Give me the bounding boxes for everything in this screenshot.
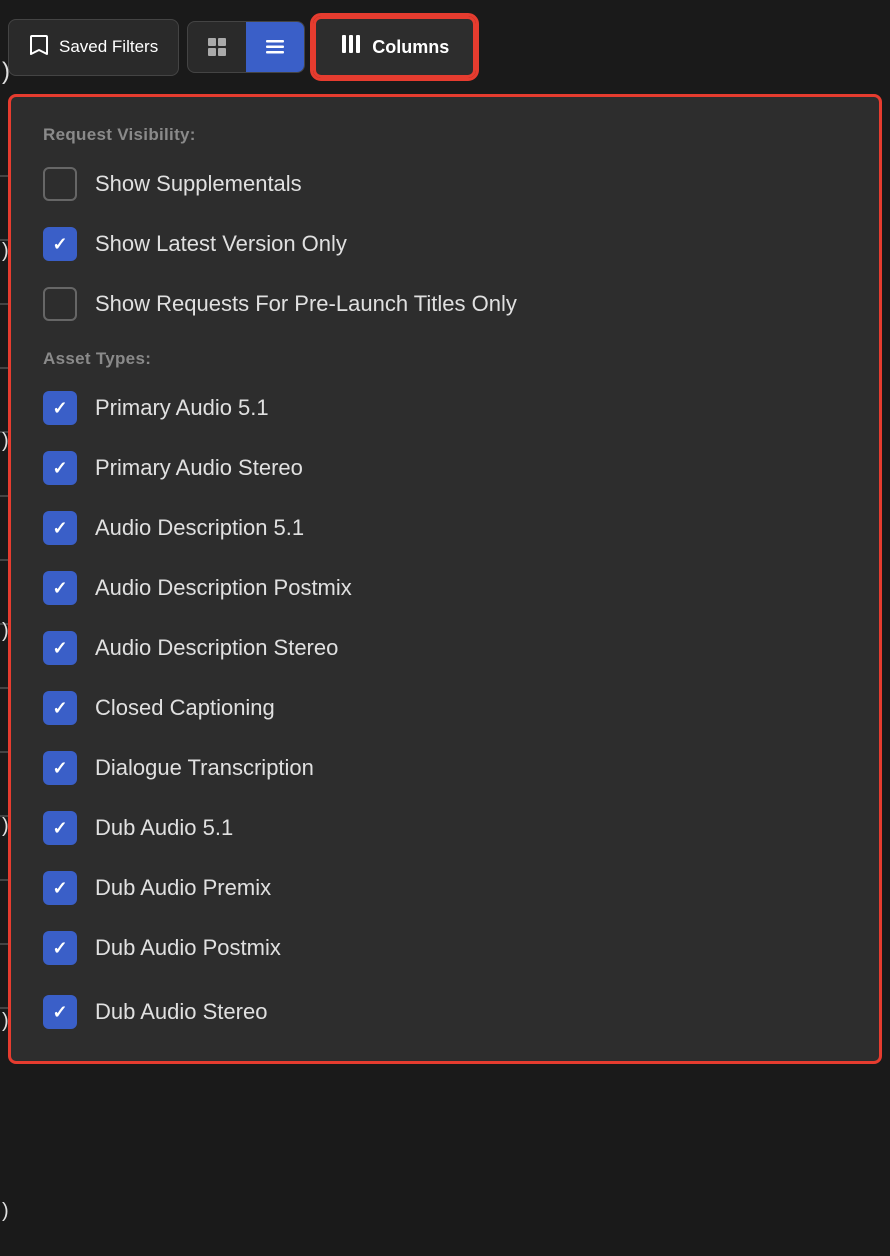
checkbox-audio-desc-stereo-box[interactable]: ✓ xyxy=(43,631,77,665)
checkbox-audio-desc-stereo-label: Audio Description Stereo xyxy=(95,635,338,661)
checkbox-dub-audio-stereo-box[interactable]: ✓ xyxy=(43,995,77,1029)
checkbox-dub-audio-51-box[interactable]: ✓ xyxy=(43,811,77,845)
checkmark-icon-checked: ✓ xyxy=(52,234,67,255)
asset-types-section-title: Asset Types: xyxy=(43,349,847,369)
request-visibility-section-title: Request Visibility: xyxy=(43,125,847,145)
checkbox-show-latest-version-label: Show Latest Version Only xyxy=(95,231,347,257)
checkbox-show-supplementals-label: Show Supplementals xyxy=(95,171,302,197)
columns-button[interactable]: Columns xyxy=(313,16,476,78)
bookmark-icon xyxy=(29,34,49,61)
columns-label: Columns xyxy=(372,37,449,58)
checkmark-icon: ✓ xyxy=(52,398,67,419)
checkbox-closed-captioning[interactable]: ✓ Closed Captioning xyxy=(43,691,847,725)
checkmark-icon: ✓ xyxy=(52,638,67,659)
checkbox-primary-audio-51[interactable]: ✓ Primary Audio 5.1 xyxy=(43,391,847,425)
view-toggle-group xyxy=(187,21,305,73)
saved-filters-label: Saved Filters xyxy=(59,37,158,57)
checkbox-dub-audio-postmix-label: Dub Audio Postmix xyxy=(95,935,281,961)
checkbox-dub-audio-premix-label: Dub Audio Premix xyxy=(95,875,271,901)
checkbox-audio-desc-postmix-label: Audio Description Postmix xyxy=(95,575,352,601)
checkbox-closed-captioning-label: Closed Captioning xyxy=(95,695,275,721)
checkbox-audio-desc-51[interactable]: ✓ Audio Description 5.1 xyxy=(43,511,847,545)
checkmark-icon: ✓ xyxy=(52,818,67,839)
checkmark-icon: ✓ xyxy=(52,698,67,719)
saved-filters-button[interactable]: Saved Filters xyxy=(8,19,179,76)
checkbox-closed-captioning-box[interactable]: ✓ xyxy=(43,691,77,725)
top-bar: ) Saved Filters xyxy=(0,0,890,94)
checkbox-dialogue-transcription[interactable]: ✓ Dialogue Transcription xyxy=(43,751,847,785)
checkbox-primary-audio-51-label: Primary Audio 5.1 xyxy=(95,395,269,421)
checkbox-primary-audio-stereo[interactable]: ✓ Primary Audio Stereo xyxy=(43,451,847,485)
checkbox-dub-audio-51-label: Dub Audio 5.1 xyxy=(95,815,233,841)
checkmark-icon: ✓ xyxy=(52,578,67,599)
checkmark-icon: ✓ xyxy=(52,938,67,959)
checkmark-icon: ✓ xyxy=(52,1002,67,1023)
checkmark-icon: ✓ xyxy=(52,758,67,779)
checkbox-dialogue-transcription-label: Dialogue Transcription xyxy=(95,755,314,781)
checkbox-show-supplementals-box[interactable] xyxy=(43,167,77,201)
checkmark-icon: ✓ xyxy=(52,458,67,479)
checkbox-dub-audio-51[interactable]: ✓ Dub Audio 5.1 xyxy=(43,811,847,845)
columns-dropdown-panel: Request Visibility: Show Supplementals ✓… xyxy=(8,94,882,1064)
checkbox-primary-audio-stereo-label: Primary Audio Stereo xyxy=(95,455,303,481)
checkbox-show-pre-launch-label: Show Requests For Pre-Launch Titles Only xyxy=(95,291,517,317)
checkbox-audio-desc-51-box[interactable]: ✓ xyxy=(43,511,77,545)
checkbox-dialogue-transcription-box[interactable]: ✓ xyxy=(43,751,77,785)
checkbox-audio-desc-51-label: Audio Description 5.1 xyxy=(95,515,304,541)
grid-view-button[interactable] xyxy=(188,22,246,72)
checkbox-audio-desc-postmix[interactable]: ✓ Audio Description Postmix xyxy=(43,571,847,605)
checkbox-primary-audio-51-box[interactable]: ✓ xyxy=(43,391,77,425)
checkbox-show-pre-launch[interactable]: Show Requests For Pre-Launch Titles Only xyxy=(43,287,847,321)
list-view-button[interactable] xyxy=(246,22,304,72)
sidebar-bracket: ) xyxy=(0,60,10,84)
checkmark-icon: ✓ xyxy=(52,518,67,539)
checkbox-dub-audio-postmix[interactable]: ✓ Dub Audio Postmix xyxy=(43,931,847,965)
checkbox-show-latest-version-box[interactable]: ✓ xyxy=(43,227,77,261)
checkbox-dub-audio-premix[interactable]: ✓ Dub Audio Premix xyxy=(43,871,847,905)
checkbox-show-latest-version[interactable]: ✓ Show Latest Version Only xyxy=(43,227,847,261)
checkbox-audio-desc-stereo[interactable]: ✓ Audio Description Stereo xyxy=(43,631,847,665)
columns-icon xyxy=(340,33,362,61)
checkbox-show-supplementals[interactable]: Show Supplementals xyxy=(43,167,847,201)
checkbox-dub-audio-premix-box[interactable]: ✓ xyxy=(43,871,77,905)
checkbox-dub-audio-postmix-box[interactable]: ✓ xyxy=(43,931,77,965)
checkbox-primary-audio-stereo-box[interactable]: ✓ xyxy=(43,451,77,485)
checkbox-show-pre-launch-box[interactable] xyxy=(43,287,77,321)
checkmark-icon: ✓ xyxy=(52,878,67,899)
checkbox-dub-audio-stereo-label: Dub Audio Stereo xyxy=(95,999,267,1025)
checkbox-audio-desc-postmix-box[interactable]: ✓ xyxy=(43,571,77,605)
sidebar-char-6: ) xyxy=(2,1200,9,1223)
checkbox-dub-audio-stereo[interactable]: ✓ Dub Audio Stereo xyxy=(43,991,847,1033)
